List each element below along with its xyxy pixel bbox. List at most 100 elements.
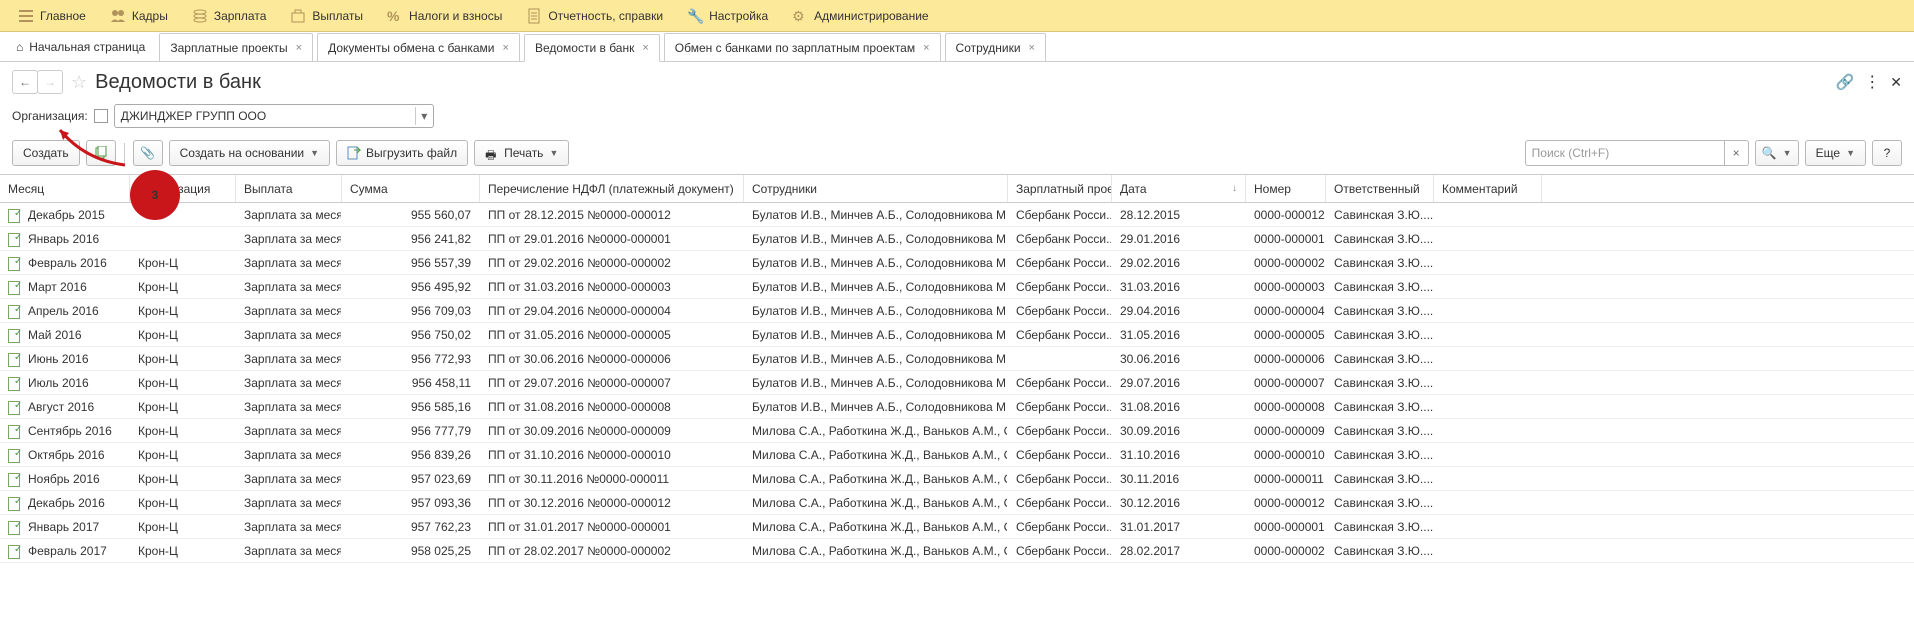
copy-button[interactable] xyxy=(86,140,116,166)
cell: 958 025,25 xyxy=(342,539,480,562)
cell: 0000-000004 xyxy=(1246,299,1326,322)
cell: Зарплата за месяц xyxy=(236,443,342,466)
close-tab-icon[interactable]: × xyxy=(923,42,929,54)
menu-Настройка[interactable]: 🔧Настройка xyxy=(675,0,780,32)
cell: Крон-Ц xyxy=(130,371,236,394)
dropdown-icon[interactable]: ▾ xyxy=(415,107,433,125)
tab-Ведомости в банк[interactable]: Ведомости в банк× xyxy=(524,34,660,62)
cell xyxy=(130,227,236,250)
cell: ПП от 30.12.2016 №0000-000012 xyxy=(480,491,744,514)
table-row[interactable]: Декабрь 2016Крон-ЦЗарплата за месяц957 0… xyxy=(0,491,1914,515)
nav-forward-button[interactable]: → xyxy=(37,70,63,94)
close-tab-icon[interactable]: × xyxy=(296,42,302,54)
search-input[interactable]: Поиск (Ctrl+F) xyxy=(1525,140,1725,166)
org-filter-checkbox[interactable] xyxy=(94,109,108,123)
cell xyxy=(1434,443,1542,466)
menu-Администрирование[interactable]: ⚙Администрирование xyxy=(780,0,940,32)
cell: Савинская З.Ю.... xyxy=(1326,347,1434,370)
menu-Выплаты[interactable]: Выплаты xyxy=(278,0,375,32)
table-row[interactable]: Сентябрь 2016Крон-ЦЗарплата за месяц956 … xyxy=(0,419,1914,443)
main-menu: ГлавноеКадрыЗарплатаВыплаты%Налоги и взн… xyxy=(0,0,1914,32)
more-button[interactable]: Еще▼ xyxy=(1805,140,1866,166)
menu-Отчетность, справки[interactable]: Отчетность, справки xyxy=(514,0,675,32)
cell: Декабрь 2015 xyxy=(0,203,130,226)
create-button[interactable]: Создать xyxy=(12,140,80,166)
table-row[interactable]: Февраль 2017Крон-ЦЗарплата за месяц958 0… xyxy=(0,539,1914,563)
col-header[interactable]: Сотрудники xyxy=(744,175,1008,202)
col-header[interactable]: Комментарий xyxy=(1434,175,1542,202)
cell: 0000-000011 xyxy=(1246,467,1326,490)
cell: ПП от 28.02.2017 №0000-000002 xyxy=(480,539,744,562)
table-row[interactable]: Декабрь 2015Зарплата за месяц955 560,07П… xyxy=(0,203,1914,227)
cell: Сбербанк Росси... xyxy=(1008,395,1112,418)
close-tab-icon[interactable]: × xyxy=(1029,42,1035,54)
attach-button[interactable]: 📎 xyxy=(133,140,163,166)
cell: Зарплата за месяц xyxy=(236,491,342,514)
col-header[interactable]: Зарплатный проект xyxy=(1008,175,1112,202)
menu-Налоги и взносы[interactable]: %Налоги и взносы xyxy=(375,0,514,32)
tab-Документы обмена с банками[interactable]: Документы обмена с банками× xyxy=(317,33,520,61)
cell: ПП от 29.02.2016 №0000-000002 xyxy=(480,251,744,274)
tab-Сотрудники[interactable]: Сотрудники× xyxy=(945,33,1046,61)
tab-Зарплатные проекты[interactable]: Зарплатные проекты× xyxy=(159,33,313,61)
cell: 957 023,69 xyxy=(342,467,480,490)
close-tab-icon[interactable]: × xyxy=(642,42,648,54)
cell xyxy=(1434,419,1542,442)
cell: Сбербанк Росси... xyxy=(1008,491,1112,514)
magnifier-icon: 🔍 xyxy=(1762,146,1777,160)
cell: 31.03.2016 xyxy=(1112,275,1246,298)
col-header[interactable]: Дата↓ xyxy=(1112,175,1246,202)
cell: 0000-000007 xyxy=(1246,371,1326,394)
cell: Крон-Ц xyxy=(130,251,236,274)
cell: Февраль 2017 xyxy=(0,539,130,562)
doc-icon xyxy=(526,8,542,24)
nav-back-button[interactable]: ← xyxy=(12,70,38,94)
cell: Крон-Ц xyxy=(130,419,236,442)
cell: Сентябрь 2016 xyxy=(0,419,130,442)
table-row[interactable]: Июнь 2016Крон-ЦЗарплата за месяц956 772,… xyxy=(0,347,1914,371)
col-header[interactable]: Сумма xyxy=(342,175,480,202)
help-button[interactable]: ? xyxy=(1872,140,1902,166)
cell xyxy=(1434,539,1542,562)
search-clear-button[interactable]: × xyxy=(1725,140,1749,166)
col-header[interactable]: Организация xyxy=(130,175,236,202)
col-header[interactable]: Перечисление НДФЛ (платежный документ) xyxy=(480,175,744,202)
cell: Милова С.А., Работкина Ж.Д., Ваньков А.М… xyxy=(744,491,1008,514)
table-row[interactable]: Ноябрь 2016Крон-ЦЗарплата за месяц957 02… xyxy=(0,467,1914,491)
menu-Кадры[interactable]: Кадры xyxy=(98,0,180,32)
cell: ПП от 30.06.2016 №0000-000006 xyxy=(480,347,744,370)
col-header[interactable]: Номер xyxy=(1246,175,1326,202)
print-button[interactable]: 🖶Печать▼ xyxy=(474,140,569,166)
close-page-icon[interactable]: ✕ xyxy=(1890,74,1902,91)
table-row[interactable]: Январь 2016Зарплата за месяц956 241,82ПП… xyxy=(0,227,1914,251)
table-row[interactable]: Июль 2016Крон-ЦЗарплата за месяц956 458,… xyxy=(0,371,1914,395)
kebab-menu-icon[interactable]: ⋮ xyxy=(1864,72,1880,92)
cell: Зарплата за месяц xyxy=(236,515,342,538)
org-filter-label: Организация: xyxy=(12,109,88,123)
favorite-star-icon[interactable]: ☆ xyxy=(71,72,87,93)
org-select[interactable]: ДЖИНДЖЕР ГРУПП ООО ▾ xyxy=(114,104,434,128)
document-posted-icon xyxy=(8,473,22,485)
table-row[interactable]: Февраль 2016Крон-ЦЗарплата за месяц956 5… xyxy=(0,251,1914,275)
toolbar: Создать 📎 Создать на основании▼ Выгрузит… xyxy=(0,136,1914,174)
menu-Зарплата[interactable]: Зарплата xyxy=(180,0,279,32)
col-header[interactable]: Выплата xyxy=(236,175,342,202)
table-row[interactable]: Апрель 2016Крон-ЦЗарплата за месяц956 70… xyxy=(0,299,1914,323)
cell: Зарплата за месяц xyxy=(236,539,342,562)
col-header[interactable]: Месяц xyxy=(0,175,130,202)
table-row[interactable]: Март 2016Крон-ЦЗарплата за месяц956 495,… xyxy=(0,275,1914,299)
tab-Обмен с банками по зарплатным проектам[interactable]: Обмен с банками по зарплатным проектам× xyxy=(664,33,941,61)
search-advanced-button[interactable]: 🔍▼ xyxy=(1755,140,1799,166)
tab-Начальная страница[interactable]: ⌂Начальная страница xyxy=(6,33,155,61)
cell: Савинская З.Ю.... xyxy=(1326,443,1434,466)
link-icon[interactable]: 🔗 xyxy=(1836,73,1855,91)
col-header[interactable]: Ответственный xyxy=(1326,175,1434,202)
menu-Главное[interactable]: Главное xyxy=(6,0,98,32)
table-row[interactable]: Октябрь 2016Крон-ЦЗарплата за месяц956 8… xyxy=(0,443,1914,467)
export-file-button[interactable]: Выгрузить файл xyxy=(336,140,468,166)
table-row[interactable]: Август 2016Крон-ЦЗарплата за месяц956 58… xyxy=(0,395,1914,419)
close-tab-icon[interactable]: × xyxy=(503,42,509,54)
table-row[interactable]: Январь 2017Крон-ЦЗарплата за месяц957 76… xyxy=(0,515,1914,539)
create-based-button[interactable]: Создать на основании▼ xyxy=(169,140,330,166)
table-row[interactable]: Май 2016Крон-ЦЗарплата за месяц956 750,0… xyxy=(0,323,1914,347)
